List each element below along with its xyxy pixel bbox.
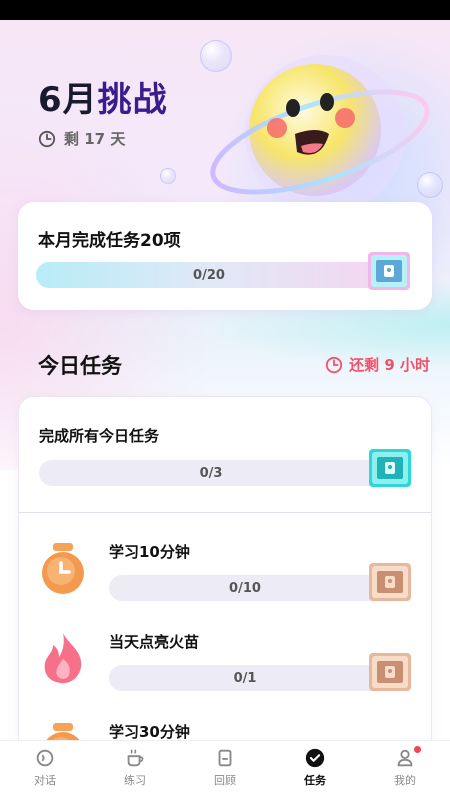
tab-review[interactable]: 回顾 (180, 741, 270, 800)
tab-chat[interactable]: 对话 (0, 741, 90, 800)
planet-mascot-illustration (210, 55, 430, 215)
tab-label: 回顾 (214, 774, 236, 787)
status-bar (0, 0, 450, 20)
all-tasks-progress-text: 0/3 (199, 465, 223, 481)
tab-label: 我的 (394, 774, 416, 787)
treasure-chest-icon[interactable] (367, 445, 413, 491)
title-challenge: 挑战 (97, 80, 168, 120)
task-title: 当天点亮火苗 (109, 633, 200, 651)
treasure-chest-icon[interactable] (366, 248, 412, 294)
task-progress-text: 0/10 (229, 580, 261, 596)
page-title: 6月挑战 (38, 72, 168, 121)
days-remaining: 剩 17 天 (38, 128, 125, 149)
monthly-progress-bar: 0/20 (36, 262, 382, 288)
profile-icon (397, 749, 413, 767)
book-icon (218, 749, 232, 767)
all-tasks-title: 完成所有今日任务 (39, 427, 160, 445)
notification-badge (414, 746, 421, 753)
task-item[interactable]: 学习10分钟 0/10 (19, 513, 431, 603)
tab-label: 任务 (304, 774, 326, 787)
all-tasks-progress-bar: 0/3 (39, 460, 383, 486)
days-remaining-text: 剩 17 天 (64, 130, 126, 148)
clock-icon (326, 356, 343, 373)
task-title: 学习30分钟 (109, 723, 190, 741)
time-left-text: 还剩 9 小时 (349, 356, 430, 374)
check-circle-icon (305, 748, 325, 768)
bubble-decoration (200, 40, 232, 72)
title-month: 6月 (38, 80, 98, 120)
tab-tasks[interactable]: 任务 (270, 741, 360, 800)
task-item[interactable]: 当天点亮火苗 0/1 (19, 603, 431, 693)
bubble-decoration (160, 168, 176, 184)
bubble-decoration (417, 172, 443, 198)
tab-label: 对话 (34, 774, 56, 787)
clock-icon (42, 543, 84, 594)
chat-icon (36, 749, 54, 767)
task-progress-bar: 0/1 (109, 665, 381, 691)
bottom-tab-bar: 对话 练习 回顾 任务 我的 (0, 740, 450, 800)
tab-practice[interactable]: 练习 (90, 741, 180, 800)
monthly-challenge-title: 本月完成任务20项 (38, 231, 181, 251)
today-tasks-card: 完成所有今日任务 0/3 学习10分钟 0/10 当天点亮火苗 0/1 学习30… (18, 396, 432, 774)
flame-icon (44, 633, 82, 684)
treasure-chest-icon[interactable] (367, 559, 413, 605)
treasure-chest-icon[interactable] (367, 649, 413, 695)
clock-icon (38, 130, 56, 147)
monthly-challenge-card[interactable]: 本月完成任务20项 0/20 (18, 202, 432, 310)
coffee-icon (127, 749, 144, 767)
time-left: 还剩 9 小时 (325, 354, 430, 375)
task-progress-text: 0/1 (233, 670, 257, 686)
task-progress-bar: 0/10 (109, 575, 381, 601)
today-tasks-heading: 今日任务 (38, 354, 122, 378)
monthly-progress-text: 0/20 (193, 267, 225, 283)
tab-label: 练习 (124, 774, 146, 787)
task-title: 学习10分钟 (109, 543, 190, 561)
tab-profile[interactable]: 我的 (360, 741, 450, 800)
